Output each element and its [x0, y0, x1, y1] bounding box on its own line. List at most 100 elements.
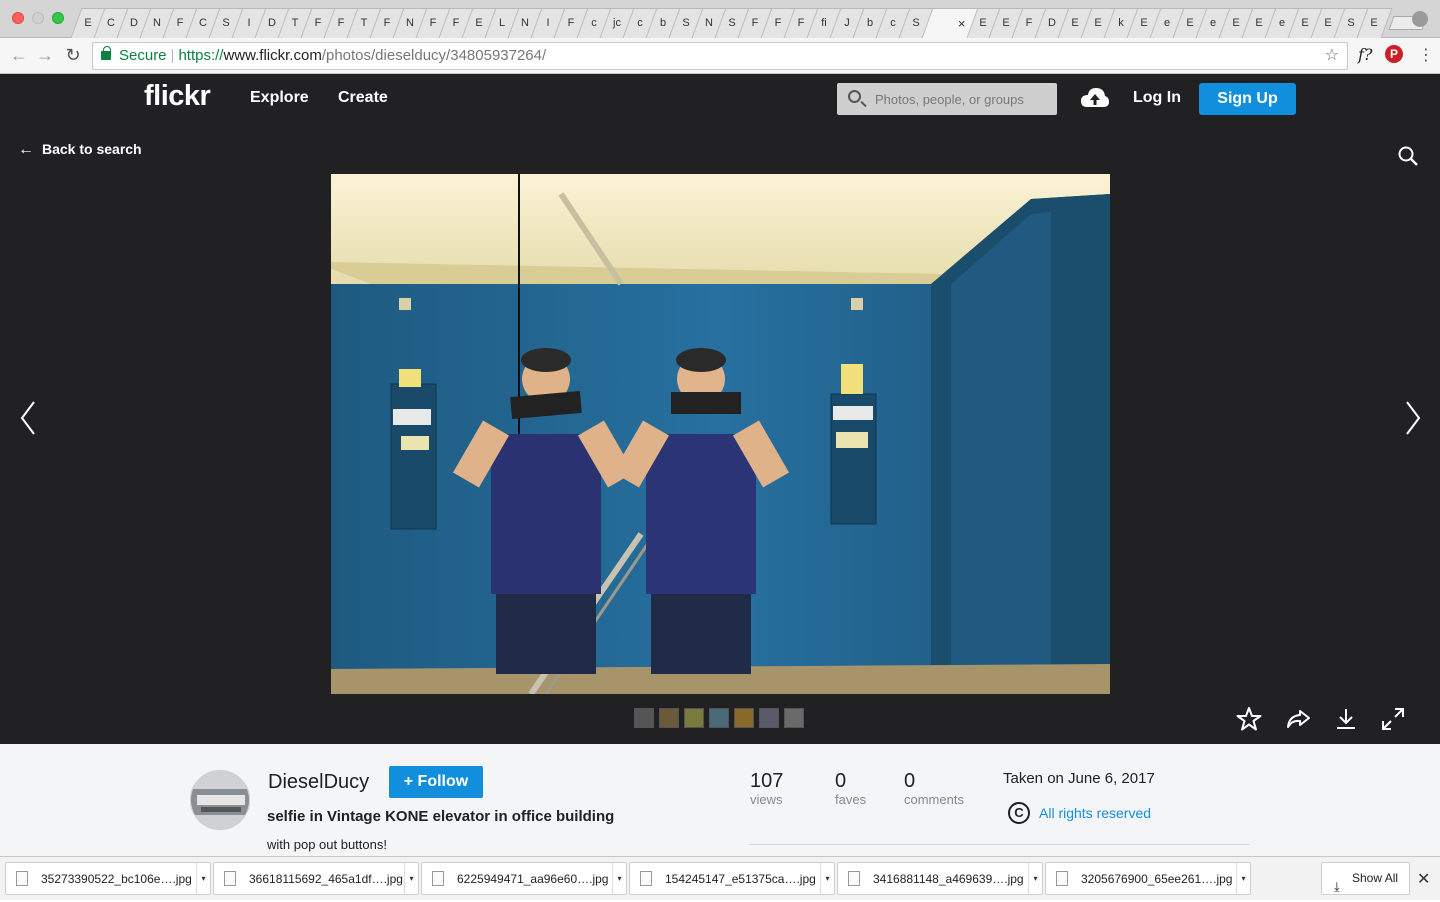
photo-info: DieselDucy + Follow selfie in Vintage KO…	[0, 744, 1440, 856]
bookmark-star-icon[interactable]: ☆	[1325, 43, 1339, 69]
download-icon[interactable]	[1333, 706, 1359, 732]
taken-date[interactable]: Taken on June 6, 2017	[1003, 770, 1155, 787]
main-photo[interactable]	[331, 174, 1110, 694]
download-options-caret-icon[interactable]: ▾	[404, 863, 418, 894]
back-arrow-icon[interactable]: ←	[8, 44, 30, 66]
address-bar[interactable]: Secure | https://www.flickr.com/photos/die…	[92, 42, 1348, 70]
tab-favicon: D	[130, 17, 138, 29]
tab-favicon: c	[890, 17, 896, 29]
flickr-header: flickr Explore Create Photos, people, or…	[0, 74, 1440, 124]
download-item[interactable]: 154245147_e51375ca….jpg ▾	[629, 862, 835, 895]
tab-favicon: E	[1186, 17, 1194, 29]
window-maximize-button[interactable]	[52, 12, 64, 24]
license-link[interactable]: All rights reserved	[1039, 805, 1151, 821]
download-options-caret-icon[interactable]: ▾	[612, 863, 626, 894]
download-item[interactable]: 3416881148_a469639….jpg ▾	[837, 862, 1043, 895]
file-icon	[1056, 871, 1068, 886]
faves-count: 0	[835, 770, 847, 792]
download-icon: ⤓	[1334, 879, 1340, 894]
download-options-caret-icon[interactable]: ▾	[820, 863, 834, 894]
back-to-search-link[interactable]: ← Back to search	[18, 141, 142, 159]
download-filename: 3416881148_a469639….jpg	[873, 872, 1024, 886]
browser-tabs: E C D N F C S I D T F F T F N F F E L N I Fc jc c b S N S F F Ffi Jb c S ×…	[70, 8, 1428, 38]
stat-faves: 0 faves	[835, 770, 866, 807]
tab-favicon: E	[1370, 17, 1378, 29]
owner-avatar[interactable]	[190, 770, 250, 830]
tab-favicon: S	[682, 17, 690, 29]
tab-favicon: F	[567, 17, 575, 29]
search-icon[interactable]	[1398, 146, 1418, 166]
photo-filmstrip	[634, 708, 804, 728]
tab-favicon: I	[546, 17, 550, 29]
reload-icon[interactable]: ↻	[62, 44, 84, 66]
download-filename: 36618115692_465a1df….jpg	[249, 872, 403, 886]
close-download-shelf-icon[interactable]: ✕	[1417, 869, 1430, 889]
tab-favicon: F	[797, 17, 805, 29]
follow-button[interactable]: + Follow	[389, 766, 483, 798]
forward-arrow-icon[interactable]: →	[34, 44, 56, 66]
filmstrip-thumbnail[interactable]	[709, 708, 729, 728]
download-options-caret-icon[interactable]: ▾	[196, 863, 210, 894]
secure-label: Secure	[119, 47, 167, 64]
flickr-logo[interactable]: flickr	[144, 80, 211, 113]
download-item[interactable]: 3205676900_65ee261….jpg ▾	[1045, 862, 1251, 895]
show-all-downloads-button[interactable]: ⤓ Show All	[1321, 862, 1410, 895]
search-icon	[848, 90, 861, 103]
tab-favicon: E	[1071, 17, 1079, 29]
download-options-caret-icon[interactable]: ▾	[1236, 863, 1250, 894]
previous-photo-arrow-icon[interactable]	[18, 400, 38, 436]
filmstrip-thumbnail[interactable]	[784, 708, 804, 728]
next-photo-arrow-icon[interactable]	[1403, 400, 1423, 436]
tab-favicon: E	[1140, 17, 1148, 29]
download-item[interactable]: 35273390522_bc106e….jpg ▾	[5, 862, 211, 895]
tab-favicon: jc	[613, 17, 621, 29]
tab-favicon: F	[429, 17, 437, 29]
browser-menu-icon[interactable]: ⋮	[1418, 45, 1434, 65]
comments-count: 0	[904, 770, 916, 792]
tab-favicon: F	[383, 17, 391, 29]
signup-button[interactable]: Sign Up	[1199, 83, 1296, 115]
share-icon[interactable]	[1285, 706, 1311, 732]
download-item[interactable]: 6225949471_aa96e60….jpg ▾	[421, 862, 627, 895]
search-input[interactable]: Photos, people, or groups	[837, 83, 1057, 115]
tab-favicon: C	[107, 17, 115, 29]
window-close-button[interactable]	[12, 12, 24, 24]
nav-explore[interactable]: Explore	[250, 89, 309, 107]
show-all-label: Show All	[1352, 871, 1399, 885]
tab-favicon: F	[1025, 17, 1033, 29]
login-link[interactable]: Log In	[1133, 89, 1181, 107]
filmstrip-thumbnail[interactable]	[659, 708, 679, 728]
window-minimize-button[interactable]	[32, 12, 44, 24]
tab-favicon: fi	[821, 17, 827, 29]
nav-create[interactable]: Create	[338, 89, 388, 107]
tab-favicon: c	[637, 17, 643, 29]
tab-favicon: E	[1232, 17, 1240, 29]
faves-label: faves	[835, 792, 867, 807]
extension-fquery-icon[interactable]: f?	[1358, 45, 1373, 64]
filmstrip-thumbnail[interactable]	[634, 708, 654, 728]
tab-favicon: e	[1209, 17, 1217, 29]
close-tab-icon[interactable]: ×	[958, 16, 966, 31]
url-host: www.flickr.com	[223, 47, 322, 64]
upload-cloud-icon[interactable]	[1080, 86, 1110, 110]
download-filename: 3205676900_65ee261….jpg	[1081, 872, 1233, 886]
owner-name[interactable]: DieselDucy	[268, 771, 369, 794]
filmstrip-thumbnail[interactable]	[684, 708, 704, 728]
profile-icon[interactable]	[1412, 11, 1428, 27]
filmstrip-thumbnail[interactable]	[734, 708, 754, 728]
pinterest-extension-icon[interactable]: P	[1385, 45, 1403, 63]
fave-star-icon[interactable]	[1236, 706, 1262, 732]
tab-favicon: C	[199, 17, 207, 29]
tab-favicon: T	[291, 17, 299, 29]
download-item[interactable]: 36618115692_465a1df….jpg ▾	[213, 862, 419, 895]
download-options-caret-icon[interactable]: ▾	[1028, 863, 1042, 894]
lock-icon	[101, 46, 111, 60]
fullscreen-icon[interactable]	[1380, 706, 1406, 732]
file-icon	[640, 871, 652, 886]
photo-stage: ← Back to search	[0, 124, 1440, 744]
filmstrip-thumbnail[interactable]	[759, 708, 779, 728]
photo-title: selfie in Vintage KONE elevator in offic…	[267, 808, 615, 825]
tab-favicon: D	[1048, 17, 1056, 29]
tab-favicon: E	[84, 17, 92, 29]
back-to-search-label: Back to search	[42, 141, 142, 157]
